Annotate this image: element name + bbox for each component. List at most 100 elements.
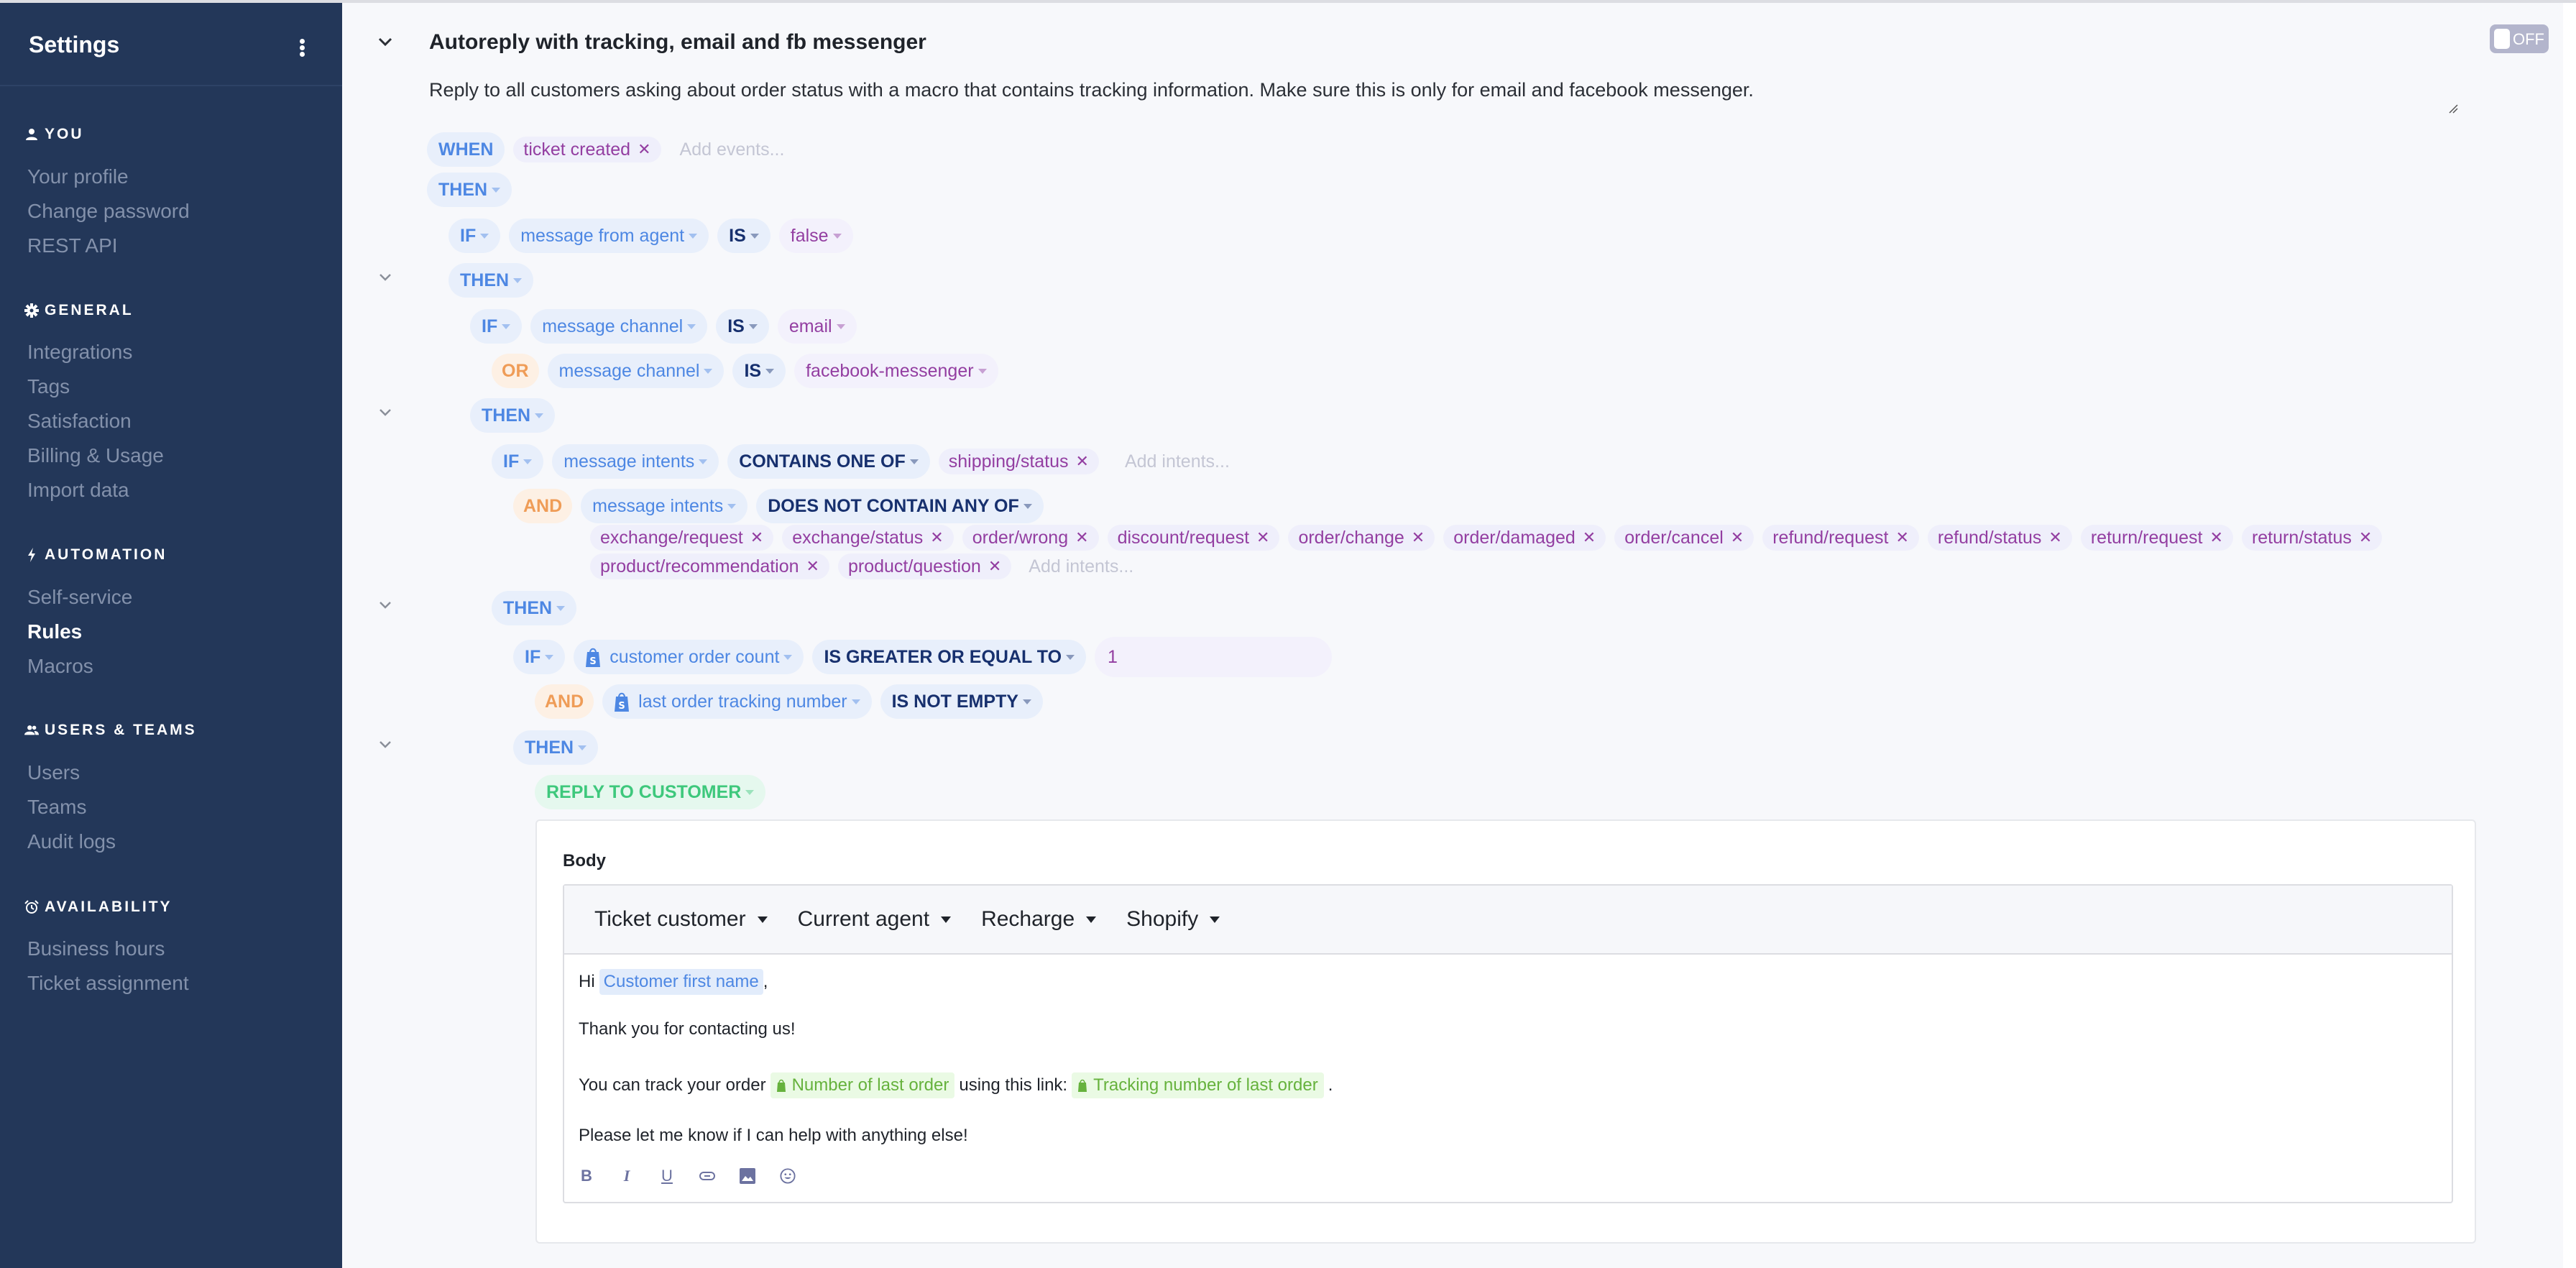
then-dropdown[interactable]: THEN — [470, 398, 556, 433]
intent-tag[interactable]: discount/request ✕ — [1107, 525, 1280, 551]
nav-item-change-password[interactable]: Change password — [27, 200, 190, 223]
value-dropdown[interactable]: false — [778, 219, 853, 253]
textarea-resize-handle-icon[interactable] — [2448, 104, 2458, 114]
nav-item-import-data[interactable]: Import data — [27, 479, 129, 502]
variable-menu-recharge[interactable]: Recharge — [981, 907, 1097, 932]
remove-tag-icon[interactable]: ✕ — [750, 528, 763, 547]
remove-tag-icon[interactable]: ✕ — [930, 528, 943, 547]
variable-menu-current-agent[interactable]: Current agent — [798, 907, 952, 932]
collapse-rule-chevron-icon[interactable] — [377, 36, 394, 47]
event-tag[interactable]: ticket created ✕ — [513, 137, 661, 162]
field-dropdown[interactable]: S customer order count — [574, 640, 804, 674]
intent-tag[interactable]: order/wrong ✕ — [962, 525, 1099, 551]
intent-tag[interactable]: shipping/status ✕ — [938, 449, 1099, 474]
remove-tag-icon[interactable]: ✕ — [1256, 528, 1269, 547]
rule-title[interactable]: Autoreply with tracking, email and fb me… — [429, 30, 926, 55]
and-operator[interactable]: AND — [513, 489, 573, 523]
intent-tag[interactable]: order/damaged ✕ — [1443, 525, 1606, 551]
action-dropdown[interactable]: REPLY TO CUSTOMER — [535, 775, 766, 809]
bold-icon[interactable]: B — [579, 1167, 594, 1185]
remove-tag-icon[interactable]: ✕ — [1731, 528, 1744, 547]
intent-tag[interactable]: product/recommendation ✕ — [590, 553, 829, 579]
remove-tag-icon[interactable]: ✕ — [2048, 528, 2061, 547]
and-operator[interactable]: AND — [535, 684, 594, 719]
collapse-branch-chevron-icon[interactable] — [377, 407, 394, 418]
remove-tag-icon[interactable]: ✕ — [1895, 528, 1908, 547]
variable-chip-tracking-number[interactable]: Tracking number of last order — [1072, 1072, 1324, 1098]
operator-dropdown[interactable]: IS NOT EMPTY — [880, 684, 1043, 719]
if-dropdown[interactable]: IF — [492, 444, 544, 479]
kebab-menu-icon[interactable] — [295, 39, 309, 60]
rule-description-textarea[interactable]: Reply to all customers asking about orde… — [429, 79, 2434, 119]
intent-tag[interactable]: refund/request ✕ — [1762, 525, 1919, 551]
field-dropdown[interactable]: message channel — [547, 354, 724, 388]
nav-item-macros[interactable]: Macros — [27, 655, 93, 678]
value-dropdown[interactable]: facebook-messenger — [794, 354, 998, 388]
collapse-branch-chevron-icon[interactable] — [377, 739, 394, 750]
if-dropdown[interactable]: IF — [448, 219, 501, 253]
remove-tag-icon[interactable]: ✕ — [1412, 528, 1425, 547]
if-dropdown[interactable]: IF — [470, 309, 523, 344]
nav-item-your-profile[interactable]: Your profile — [27, 165, 129, 188]
if-dropdown[interactable]: IF — [513, 640, 566, 674]
intent-tag[interactable]: order/cancel ✕ — [1614, 525, 1754, 551]
nav-item-self-service[interactable]: Self-service — [27, 586, 132, 609]
operator-dropdown[interactable]: IS — [732, 354, 786, 388]
variable-chip-customer-first-name[interactable]: Customer first name — [599, 969, 763, 995]
field-dropdown[interactable]: message intents — [581, 489, 748, 523]
rule-enabled-toggle[interactable]: OFF — [2490, 24, 2549, 53]
then-dropdown[interactable]: THEN — [448, 263, 534, 298]
nav-item-rest-api[interactable]: REST API — [27, 234, 118, 257]
intent-tag[interactable]: order/change ✕ — [1288, 525, 1435, 551]
intent-tag[interactable]: return/request ✕ — [2080, 525, 2233, 551]
italic-icon[interactable]: I — [619, 1167, 635, 1185]
nav-item-satisfaction[interactable]: Satisfaction — [27, 410, 132, 433]
emoji-icon[interactable] — [780, 1167, 796, 1185]
intent-tag[interactable]: refund/status ✕ — [1927, 525, 2072, 551]
nav-item-ticket-assignment[interactable]: Ticket assignment — [27, 972, 189, 995]
nav-item-billing-usage[interactable]: Billing & Usage — [27, 444, 164, 467]
field-dropdown[interactable]: message intents — [552, 444, 719, 479]
operator-dropdown[interactable]: DOES NOT CONTAIN ANY OF — [756, 489, 1044, 523]
variable-menu-ticket-customer[interactable]: Ticket customer — [594, 907, 768, 932]
variable-chip-number-of-last-order[interactable]: Number of last order — [770, 1072, 955, 1098]
field-dropdown[interactable]: message from agent — [509, 219, 709, 253]
then-dropdown[interactable]: THEN — [492, 591, 577, 625]
add-intents-input[interactable]: Add intents... — [1125, 451, 1230, 472]
then-dropdown[interactable]: THEN — [513, 730, 599, 765]
field-dropdown[interactable]: S last order tracking number — [602, 684, 872, 719]
underline-icon[interactable]: U — [659, 1167, 675, 1185]
image-icon[interactable] — [740, 1167, 755, 1185]
operator-dropdown[interactable]: IS — [716, 309, 769, 344]
nav-item-integrations[interactable]: Integrations — [27, 341, 132, 364]
remove-tag-icon[interactable]: ✕ — [638, 140, 650, 159]
or-operator[interactable]: OR — [492, 354, 539, 388]
remove-tag-icon[interactable]: ✕ — [2210, 528, 2223, 547]
collapse-branch-chevron-icon[interactable] — [377, 599, 394, 611]
link-icon[interactable] — [699, 1167, 715, 1185]
remove-tag-icon[interactable]: ✕ — [806, 557, 819, 576]
intent-tag[interactable]: exchange/status ✕ — [782, 525, 954, 551]
operator-dropdown[interactable]: CONTAINS ONE OF — [727, 444, 930, 479]
add-intents-input[interactable]: Add intents... — [1029, 556, 1133, 577]
nav-item-audit-logs[interactable]: Audit logs — [27, 830, 116, 853]
remove-tag-icon[interactable]: ✕ — [988, 557, 1001, 576]
value-input[interactable]: 1 — [1095, 637, 1333, 677]
remove-tag-icon[interactable]: ✕ — [1076, 452, 1089, 471]
remove-tag-icon[interactable]: ✕ — [2359, 528, 2372, 547]
remove-tag-icon[interactable]: ✕ — [1583, 528, 1596, 547]
then-dropdown[interactable]: THEN — [427, 173, 512, 207]
operator-dropdown[interactable]: IS GREATER OR EQUAL TO — [812, 640, 1087, 674]
collapse-branch-chevron-icon[interactable] — [377, 272, 394, 283]
nav-item-rules[interactable]: Rules — [27, 620, 82, 643]
intent-tag[interactable]: exchange/request ✕ — [590, 525, 774, 551]
operator-dropdown[interactable]: IS — [717, 219, 770, 253]
intent-tag[interactable]: product/question ✕ — [837, 553, 1012, 579]
add-events-input[interactable]: Add events... — [680, 139, 785, 160]
nav-item-users[interactable]: Users — [27, 761, 80, 784]
intent-tag[interactable]: return/status ✕ — [2241, 525, 2383, 551]
field-dropdown[interactable]: message channel — [530, 309, 708, 344]
remove-tag-icon[interactable]: ✕ — [1075, 528, 1088, 547]
variable-menu-shopify[interactable]: Shopify — [1126, 907, 1220, 932]
nav-item-business-hours[interactable]: Business hours — [27, 937, 165, 960]
